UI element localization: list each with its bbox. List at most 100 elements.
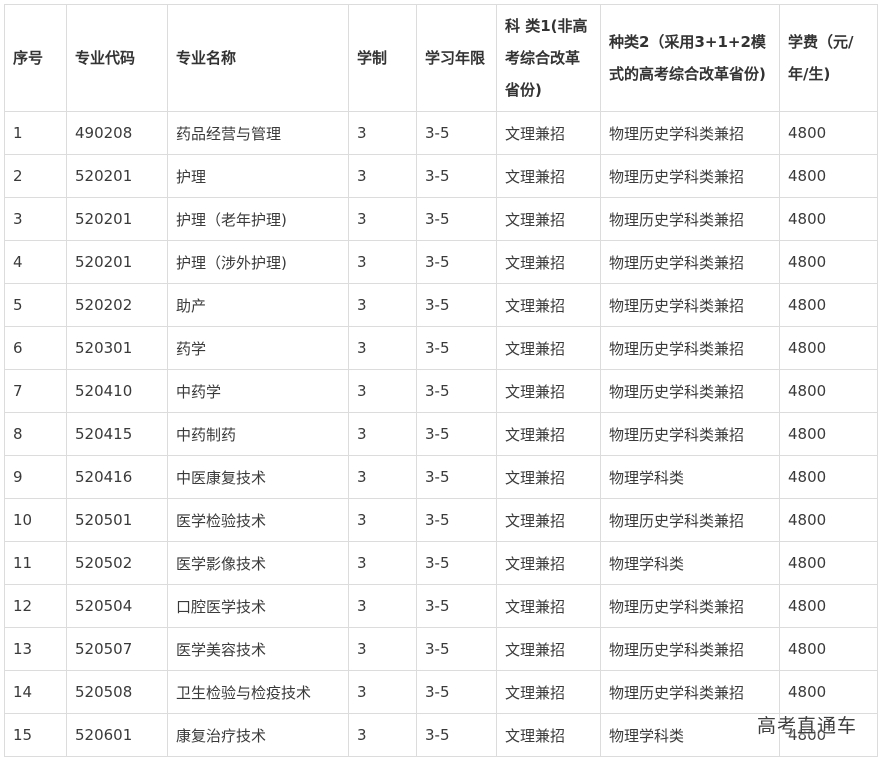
header-name: 专业名称 bbox=[167, 4, 349, 112]
cell-name: 药品经营与管理 bbox=[167, 111, 349, 155]
table-row: 9 520416 中医康复技术 3 3-5 文理兼招 物理学科类 4800 bbox=[4, 455, 878, 499]
cell-duration: 3 bbox=[348, 498, 417, 542]
cell-name: 康复治疗技术 bbox=[167, 713, 349, 757]
cell-category1: 文理兼招 bbox=[496, 541, 601, 585]
header-index: 序号 bbox=[4, 4, 67, 112]
cell-index: 2 bbox=[4, 154, 67, 198]
cell-duration: 3 bbox=[348, 111, 417, 155]
cell-name: 中医康复技术 bbox=[167, 455, 349, 499]
cell-category1: 文理兼招 bbox=[496, 670, 601, 714]
header-category2: 种类2（采用3+1+2模式的高考综合改革省份) bbox=[600, 4, 780, 112]
cell-category1: 文理兼招 bbox=[496, 498, 601, 542]
cell-years: 3-5 bbox=[416, 197, 497, 241]
cell-code: 520504 bbox=[66, 584, 168, 628]
cell-fee: 4800 bbox=[779, 197, 878, 241]
cell-years: 3-5 bbox=[416, 584, 497, 628]
table-row: 1 490208 药品经营与管理 3 3-5 文理兼招 物理历史学科类兼招 4800 bbox=[4, 111, 878, 155]
cell-category1: 文理兼招 bbox=[496, 111, 601, 155]
cell-years: 3-5 bbox=[416, 670, 497, 714]
cell-index: 15 bbox=[4, 713, 67, 757]
cell-fee: 4800 bbox=[779, 541, 878, 585]
cell-code: 520415 bbox=[66, 412, 168, 456]
cell-category1: 文理兼招 bbox=[496, 283, 601, 327]
cell-fee: 4800 bbox=[779, 240, 878, 284]
table-row: 2 520201 护理 3 3-5 文理兼招 物理历史学科类兼招 4800 bbox=[4, 154, 878, 198]
cell-category2: 物理历史学科类兼招 bbox=[600, 326, 780, 370]
cell-category2: 物理学科类 bbox=[600, 541, 780, 585]
cell-name: 护理（涉外护理) bbox=[167, 240, 349, 284]
header-row: 序号 专业代码 专业名称 学制 学习年限 科 类1(非高考综合改革省份) 种类2… bbox=[4, 4, 878, 112]
cell-code: 520502 bbox=[66, 541, 168, 585]
cell-code: 520501 bbox=[66, 498, 168, 542]
cell-category1: 文理兼招 bbox=[496, 627, 601, 671]
cell-fee: 4800 bbox=[779, 627, 878, 671]
cell-category2: 物理历史学科类兼招 bbox=[600, 369, 780, 413]
cell-category1: 文理兼招 bbox=[496, 197, 601, 241]
cell-name: 卫生检验与检疫技术 bbox=[167, 670, 349, 714]
cell-fee: 4800 bbox=[779, 154, 878, 198]
cell-name: 中药学 bbox=[167, 369, 349, 413]
cell-name: 助产 bbox=[167, 283, 349, 327]
cell-duration: 3 bbox=[348, 412, 417, 456]
cell-years: 3-5 bbox=[416, 713, 497, 757]
cell-category1: 文理兼招 bbox=[496, 326, 601, 370]
cell-category2: 物理历史学科类兼招 bbox=[600, 240, 780, 284]
table-row: 12 520504 口腔医学技术 3 3-5 文理兼招 物理历史学科类兼招 4800 bbox=[4, 584, 878, 628]
cell-code: 520202 bbox=[66, 283, 168, 327]
cell-duration: 3 bbox=[348, 670, 417, 714]
cell-years: 3-5 bbox=[416, 154, 497, 198]
cell-index: 7 bbox=[4, 369, 67, 413]
table-row: 14 520508 卫生检验与检疫技术 3 3-5 文理兼招 物理历史学科类兼招 4800 bbox=[4, 670, 878, 714]
cell-years: 3-5 bbox=[416, 369, 497, 413]
table-row: 3 520201 护理（老年护理) 3 3-5 文理兼招 物理历史学科类兼招 4800 bbox=[4, 197, 878, 241]
cell-duration: 3 bbox=[348, 584, 417, 628]
cell-index: 6 bbox=[4, 326, 67, 370]
cell-code: 520301 bbox=[66, 326, 168, 370]
cell-code: 520601 bbox=[66, 713, 168, 757]
cell-name: 中药制药 bbox=[167, 412, 349, 456]
cell-index: 13 bbox=[4, 627, 67, 671]
cell-fee: 4800 bbox=[779, 713, 878, 757]
table-header: 序号 专业代码 专业名称 学制 学习年限 科 类1(非高考综合改革省份) 种类2… bbox=[4, 4, 878, 112]
cell-index: 5 bbox=[4, 283, 67, 327]
cell-name: 护理 bbox=[167, 154, 349, 198]
cell-category2: 物理历史学科类兼招 bbox=[600, 627, 780, 671]
cell-years: 3-5 bbox=[416, 283, 497, 327]
cell-years: 3-5 bbox=[416, 111, 497, 155]
cell-years: 3-5 bbox=[416, 627, 497, 671]
cell-category2: 物理历史学科类兼招 bbox=[600, 111, 780, 155]
cell-duration: 3 bbox=[348, 326, 417, 370]
cell-years: 3-5 bbox=[416, 326, 497, 370]
cell-fee: 4800 bbox=[779, 111, 878, 155]
cell-index: 14 bbox=[4, 670, 67, 714]
cell-code: 490208 bbox=[66, 111, 168, 155]
header-fee: 学费（元/年/生) bbox=[779, 4, 878, 112]
cell-category1: 文理兼招 bbox=[496, 584, 601, 628]
majors-table-container: 序号 专业代码 专业名称 学制 学习年限 科 类1(非高考综合改革省份) 种类2… bbox=[4, 4, 878, 757]
table-row: 15 520601 康复治疗技术 3 3-5 文理兼招 物理学科类 4800 bbox=[4, 713, 878, 757]
cell-duration: 3 bbox=[348, 283, 417, 327]
cell-index: 4 bbox=[4, 240, 67, 284]
header-code: 专业代码 bbox=[66, 4, 168, 112]
cell-category1: 文理兼招 bbox=[496, 240, 601, 284]
table-row: 8 520415 中药制药 3 3-5 文理兼招 物理历史学科类兼招 4800 bbox=[4, 412, 878, 456]
cell-years: 3-5 bbox=[416, 541, 497, 585]
cell-category1: 文理兼招 bbox=[496, 369, 601, 413]
cell-category2: 物理历史学科类兼招 bbox=[600, 584, 780, 628]
cell-duration: 3 bbox=[348, 541, 417, 585]
cell-years: 3-5 bbox=[416, 498, 497, 542]
table-row: 6 520301 药学 3 3-5 文理兼招 物理历史学科类兼招 4800 bbox=[4, 326, 878, 370]
table-row: 5 520202 助产 3 3-5 文理兼招 物理历史学科类兼招 4800 bbox=[4, 283, 878, 327]
cell-category2: 物理历史学科类兼招 bbox=[600, 154, 780, 198]
cell-category1: 文理兼招 bbox=[496, 455, 601, 499]
cell-years: 3-5 bbox=[416, 412, 497, 456]
cell-years: 3-5 bbox=[416, 455, 497, 499]
table-row: 10 520501 医学检验技术 3 3-5 文理兼招 物理历史学科类兼招 4800 bbox=[4, 498, 878, 542]
cell-index: 12 bbox=[4, 584, 67, 628]
cell-index: 1 bbox=[4, 111, 67, 155]
cell-index: 10 bbox=[4, 498, 67, 542]
cell-code: 520410 bbox=[66, 369, 168, 413]
cell-code: 520507 bbox=[66, 627, 168, 671]
cell-category1: 文理兼招 bbox=[496, 412, 601, 456]
table-row: 7 520410 中药学 3 3-5 文理兼招 物理历史学科类兼招 4800 bbox=[4, 369, 878, 413]
